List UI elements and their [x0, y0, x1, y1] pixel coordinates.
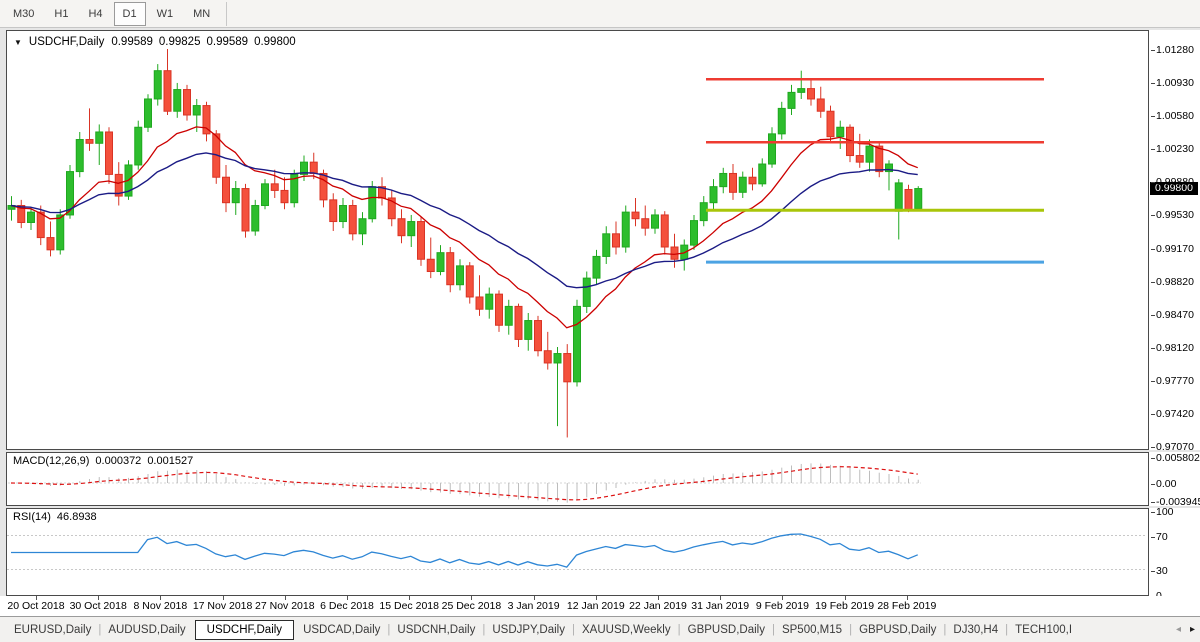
tab-usdchf-daily[interactable]: USDCHF,Daily — [195, 620, 294, 640]
ohlc-close: 0.99800 — [254, 36, 296, 48]
chart-tabs: EURUSD,Daily|AUDUSD,DailyUSDCHF,DailyUSD… — [8, 620, 1078, 640]
price-axis-label: 0.98820 — [1156, 276, 1194, 288]
tab-audusd-daily[interactable]: AUDUSD,Daily — [102, 621, 191, 639]
ohlc-open: 0.99589 — [111, 36, 153, 48]
price-axis-label: 0.97420 — [1156, 408, 1194, 420]
tab-sp500-m15[interactable]: SP500,M15 — [776, 621, 848, 639]
mt4-window: { "toolbar": { "timeframes": [ {"label":… — [0, 0, 1200, 642]
price-axis-label: 1.00930 — [1156, 77, 1194, 89]
main-chart-canvas[interactable] — [7, 31, 1148, 449]
macd-axis-label: 0.00 — [1156, 478, 1176, 490]
date-label: 8 Nov 2018 — [134, 600, 188, 612]
tab-usdjpy-daily[interactable]: USDJPY,Daily — [486, 621, 571, 639]
price-axis[interactable]: 0.99800 1.012801.009301.005801.002300.99… — [1149, 30, 1200, 450]
date-label: 25 Dec 2018 — [442, 600, 502, 612]
macd-axis[interactable]: 0.0058020.00-0.003945 — [1149, 452, 1200, 506]
chart-symbol-label: USDCHF,Daily — [29, 36, 104, 48]
timeframe-button-d1[interactable]: D1 — [114, 2, 146, 26]
macd-axis-label: 0.005802 — [1156, 452, 1200, 464]
rsi-label: RSI(14) 46.8938 — [13, 511, 97, 523]
rsi-panel: RSI(14) 46.8938 — [6, 508, 1149, 596]
macd-signal-value: 0.001527 — [147, 455, 193, 467]
date-label: 31 Jan 2019 — [691, 600, 749, 612]
chart-dropdown-icon[interactable]: ▼ — [14, 38, 22, 47]
rsi-axis-label: 30 — [1156, 565, 1168, 577]
macd-main-value: 0.000372 — [95, 455, 141, 467]
date-label: 28 Feb 2019 — [877, 600, 936, 612]
tab-usdcad-daily[interactable]: USDCAD,Daily — [297, 621, 386, 639]
date-label: 22 Jan 2019 — [629, 600, 687, 612]
timeframe-button-h1[interactable]: H1 — [45, 2, 77, 26]
ohlc-low: 0.99589 — [206, 36, 248, 48]
timeframe-button-m30[interactable]: M30 — [4, 2, 43, 26]
tab-separator: | — [678, 624, 681, 636]
price-axis-label: 0.99170 — [1156, 243, 1194, 255]
tab-separator: | — [387, 624, 390, 636]
date-label: 27 Nov 2018 — [255, 600, 315, 612]
tab-gbpusd-daily[interactable]: GBPUSD,Daily — [682, 621, 771, 639]
tab-separator: | — [572, 624, 575, 636]
tab-separator: | — [1005, 624, 1008, 636]
date-label: 20 Oct 2018 — [7, 600, 64, 612]
date-label: 15 Dec 2018 — [379, 600, 439, 612]
tab-scroll-left-icon[interactable]: ◂ — [1176, 624, 1181, 635]
tab-dj30-h4[interactable]: DJ30,H4 — [947, 621, 1004, 639]
macd-panel: MACD(12,26,9) 0.000372 0.001527 — [6, 452, 1149, 506]
toolbar-separator — [226, 2, 227, 26]
tab-separator: | — [849, 624, 852, 636]
macd-label: MACD(12,26,9) 0.000372 0.001527 — [13, 455, 193, 467]
price-axis-label: 0.97770 — [1156, 375, 1194, 387]
price-axis-label: 0.99880 — [1156, 176, 1194, 188]
tab-xauusd-weekly[interactable]: XAUUSD,Weekly — [576, 621, 677, 639]
tab-eurusd-daily[interactable]: EURUSD,Daily — [8, 621, 97, 639]
price-axis-label: 0.98120 — [1156, 342, 1194, 354]
date-label: 12 Jan 2019 — [567, 600, 625, 612]
main-chart-panel: ▼ USDCHF,Daily 0.99589 0.99825 0.99589 0… — [6, 30, 1149, 450]
price-axis-label: 0.98470 — [1156, 309, 1194, 321]
tab-scroll-arrows: ◂ ▸ — [1176, 624, 1195, 635]
rsi-value: 46.8938 — [57, 511, 97, 523]
tab-separator: | — [482, 624, 485, 636]
price-axis-label: 0.99530 — [1156, 209, 1194, 221]
rsi-canvas[interactable] — [7, 509, 1148, 595]
date-label: 30 Oct 2018 — [70, 600, 127, 612]
rsi-axis-label: 100 — [1156, 506, 1174, 518]
tab-gbpusd-daily[interactable]: GBPUSD,Daily — [853, 621, 942, 639]
date-label: 19 Feb 2019 — [815, 600, 874, 612]
price-axis-label: 1.00580 — [1156, 110, 1194, 122]
timeframe-toolbar: M30H1H4D1W1MN — [0, 0, 1200, 28]
timeframe-button-mn[interactable]: MN — [184, 2, 219, 26]
date-axis[interactable]: 20 Oct 2018 30 Oct 2018 8 Nov 2018 17 Nov 2… — [0, 596, 1200, 616]
tab-separator: | — [943, 624, 946, 636]
chart-title: ▼ USDCHF,Daily 0.99589 0.99825 0.99589 0… — [14, 36, 296, 48]
tab-usdcnh-daily[interactable]: USDCNH,Daily — [391, 621, 481, 639]
timeframe-button-h4[interactable]: H4 — [79, 2, 111, 26]
date-label: 6 Dec 2018 — [320, 600, 374, 612]
ohlc-high: 0.99825 — [159, 36, 201, 48]
chart-tab-bar: EURUSD,Daily|AUDUSD,DailyUSDCHF,DailyUSD… — [0, 616, 1200, 642]
tab-tech100-i[interactable]: TECH100,I — [1009, 621, 1078, 639]
tab-separator: | — [772, 624, 775, 636]
date-label: 3 Jan 2019 — [508, 600, 560, 612]
date-label: 9 Feb 2019 — [756, 600, 809, 612]
rsi-axis[interactable]: 10070300 — [1149, 508, 1200, 596]
tab-scroll-right-icon[interactable]: ▸ — [1190, 624, 1195, 635]
tab-separator: | — [98, 624, 101, 636]
date-label: 17 Nov 2018 — [193, 600, 253, 612]
price-axis-label: 1.00230 — [1156, 143, 1194, 155]
price-axis-label: 1.01280 — [1156, 44, 1194, 56]
rsi-axis-label: 70 — [1156, 531, 1168, 543]
timeframe-button-w1[interactable]: W1 — [148, 2, 183, 26]
